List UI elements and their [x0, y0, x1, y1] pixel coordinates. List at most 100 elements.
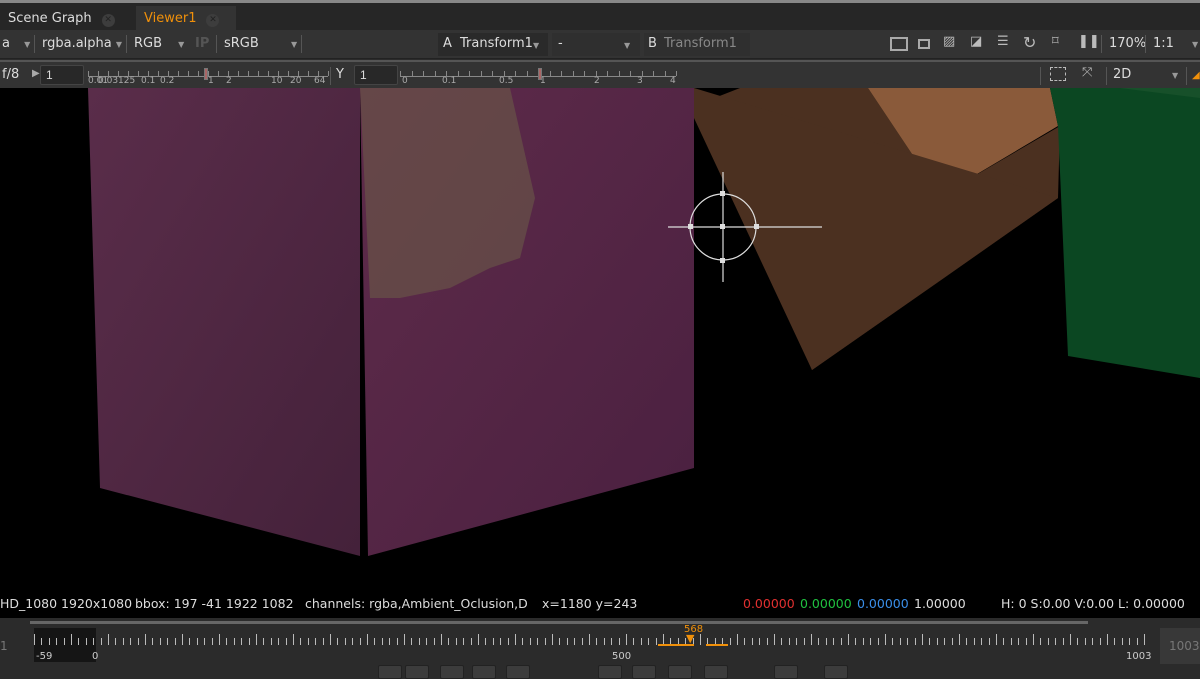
timeline-scrollbar[interactable] [30, 621, 1088, 624]
input-a-dropdown[interactable]: A Transform1 ▼ [438, 33, 548, 56]
pause-icon[interactable]: ❚❚ [1078, 34, 1100, 49]
timeline-tick [951, 638, 953, 645]
timeline-tick [48, 638, 50, 645]
slider-knob[interactable] [538, 68, 542, 80]
lut-dropdown[interactable]: sRGB ▼ [224, 36, 297, 51]
keyframe-range [658, 644, 694, 646]
channel-set-dropdown[interactable]: a ▼ [2, 36, 30, 51]
timeline-tick [374, 638, 376, 645]
next-increment-button[interactable] [668, 665, 692, 679]
timeline-tick [1107, 634, 1108, 645]
play-backward-button[interactable] [506, 665, 530, 679]
timeline-tick [145, 634, 146, 645]
prev-increment-button[interactable] [440, 665, 464, 679]
bbox-text: bbox: 197 -41 1922 1082 [135, 596, 294, 611]
region-select-icon[interactable] [1050, 67, 1066, 81]
timeline-tick [396, 638, 398, 645]
tab-viewer1[interactable]: Viewer1 ✕ [136, 6, 236, 33]
checkerboard-icon[interactable]: ▨ [943, 34, 955, 49]
in-frame-field[interactable]: 1 [0, 639, 8, 653]
proxy-dropdown[interactable]: 1:1 [1153, 36, 1174, 51]
timeline-tick [611, 638, 613, 645]
next-frame-button[interactable] [632, 665, 656, 679]
gain-slider[interactable]: 0.01 0.03125 0.1 0.2 1 2 10 20 64 [88, 66, 329, 86]
display-dropdown[interactable]: RGB ▼ [134, 36, 184, 51]
ruler-tick [457, 71, 459, 76]
timeline-tick [929, 638, 931, 645]
coords-text: x=1180 y=243 [542, 596, 638, 611]
timeline-tick [182, 634, 183, 645]
timeline-tick [700, 634, 701, 645]
timeline-tick [418, 638, 420, 645]
gain-input[interactable] [40, 65, 84, 85]
roi-icon[interactable] [890, 37, 908, 51]
transform-handle-icon[interactable]: ⤧ [1082, 65, 1092, 80]
gamma-input[interactable] [354, 65, 398, 85]
timeline-tick [981, 638, 983, 645]
ruler-label: 2 [226, 76, 232, 86]
prev-keyframe-button[interactable] [405, 665, 429, 679]
timeline-tick [914, 638, 916, 645]
tab-label: Viewer1 [144, 11, 197, 26]
play-forward-button[interactable] [598, 665, 622, 679]
prev-frame-button[interactable] [472, 665, 496, 679]
timeline-tick [159, 638, 161, 645]
close-icon[interactable]: ✕ [206, 14, 220, 27]
ruler-tick [258, 71, 259, 76]
lines-icon[interactable]: ☰ [997, 34, 1009, 49]
refresh-icon[interactable]: ↻ [1023, 33, 1036, 52]
viewer-toolbar-2: f/8 ▶ 0.010.031250.10.212102064 Y 00.10.… [0, 60, 1200, 88]
ruler-tick [178, 71, 179, 76]
input-b-dropdown[interactable]: B Transform1 [644, 33, 750, 56]
wipe-icon[interactable]: ◪ [970, 34, 982, 49]
timeline-tick [596, 638, 598, 645]
tab-scene-graph[interactable]: Scene Graph ✕ [0, 6, 123, 33]
slider-knob[interactable] [204, 68, 208, 80]
channel-dropdown[interactable]: rgba.alpha ▼ [42, 36, 122, 51]
timeline-tick [788, 638, 790, 645]
fstop-label[interactable]: f/8 [2, 67, 19, 82]
timeline-tick [1092, 638, 1094, 645]
timeline-tick [63, 638, 65, 645]
divider [1106, 67, 1107, 85]
viewer-canvas[interactable] [0, 88, 1200, 588]
ruler-tick [411, 71, 413, 76]
loop-button[interactable] [824, 665, 848, 679]
timeline-tick [936, 638, 938, 645]
ip-button[interactable]: IP [195, 36, 209, 51]
crop-icon[interactable]: ⌑ [1052, 34, 1059, 49]
close-icon[interactable]: ✕ [101, 14, 115, 27]
timeline-tick [1033, 634, 1034, 645]
gamma-slider[interactable]: 0 0.1 0.5 1 2 3 4 [400, 66, 677, 86]
timeline-tick [1077, 638, 1079, 645]
timeline-tick [781, 638, 783, 645]
view-mode-dropdown[interactable]: 2D [1113, 67, 1131, 82]
timeline-tick [404, 634, 405, 645]
timeline-tick [189, 638, 191, 645]
timeline-tick [759, 638, 761, 645]
ruler-tick [584, 71, 585, 76]
timeline-mid-label: 500 [612, 651, 632, 662]
timeline-tick [552, 634, 553, 645]
timeline-tick [1047, 638, 1049, 645]
timeline-tick [204, 638, 206, 645]
timeline-tick [885, 634, 886, 645]
increment-field[interactable] [774, 665, 798, 679]
timeline-tick [470, 638, 472, 645]
mask-overlay-icon[interactable] [918, 39, 930, 49]
compare-mode-dropdown[interactable]: - ▼ [552, 33, 640, 56]
timeline-tick [515, 634, 516, 645]
first-frame-button[interactable] [378, 665, 402, 679]
zoom-level[interactable]: 170% [1109, 36, 1146, 51]
divider [1145, 35, 1146, 53]
timeline-tick [973, 638, 975, 645]
timeline-ruler[interactable] [34, 630, 1154, 650]
out-frame-field[interactable]: 1003 [1160, 628, 1200, 664]
last-frame-button[interactable] [704, 665, 728, 679]
timeline-tick [574, 638, 576, 645]
play-triangle-icon[interactable]: ▶ [32, 68, 40, 79]
timeline-tick [352, 638, 354, 645]
tab-label: Scene Graph [8, 11, 92, 26]
timeline-tick [737, 634, 738, 645]
ruler-tick [423, 71, 424, 76]
